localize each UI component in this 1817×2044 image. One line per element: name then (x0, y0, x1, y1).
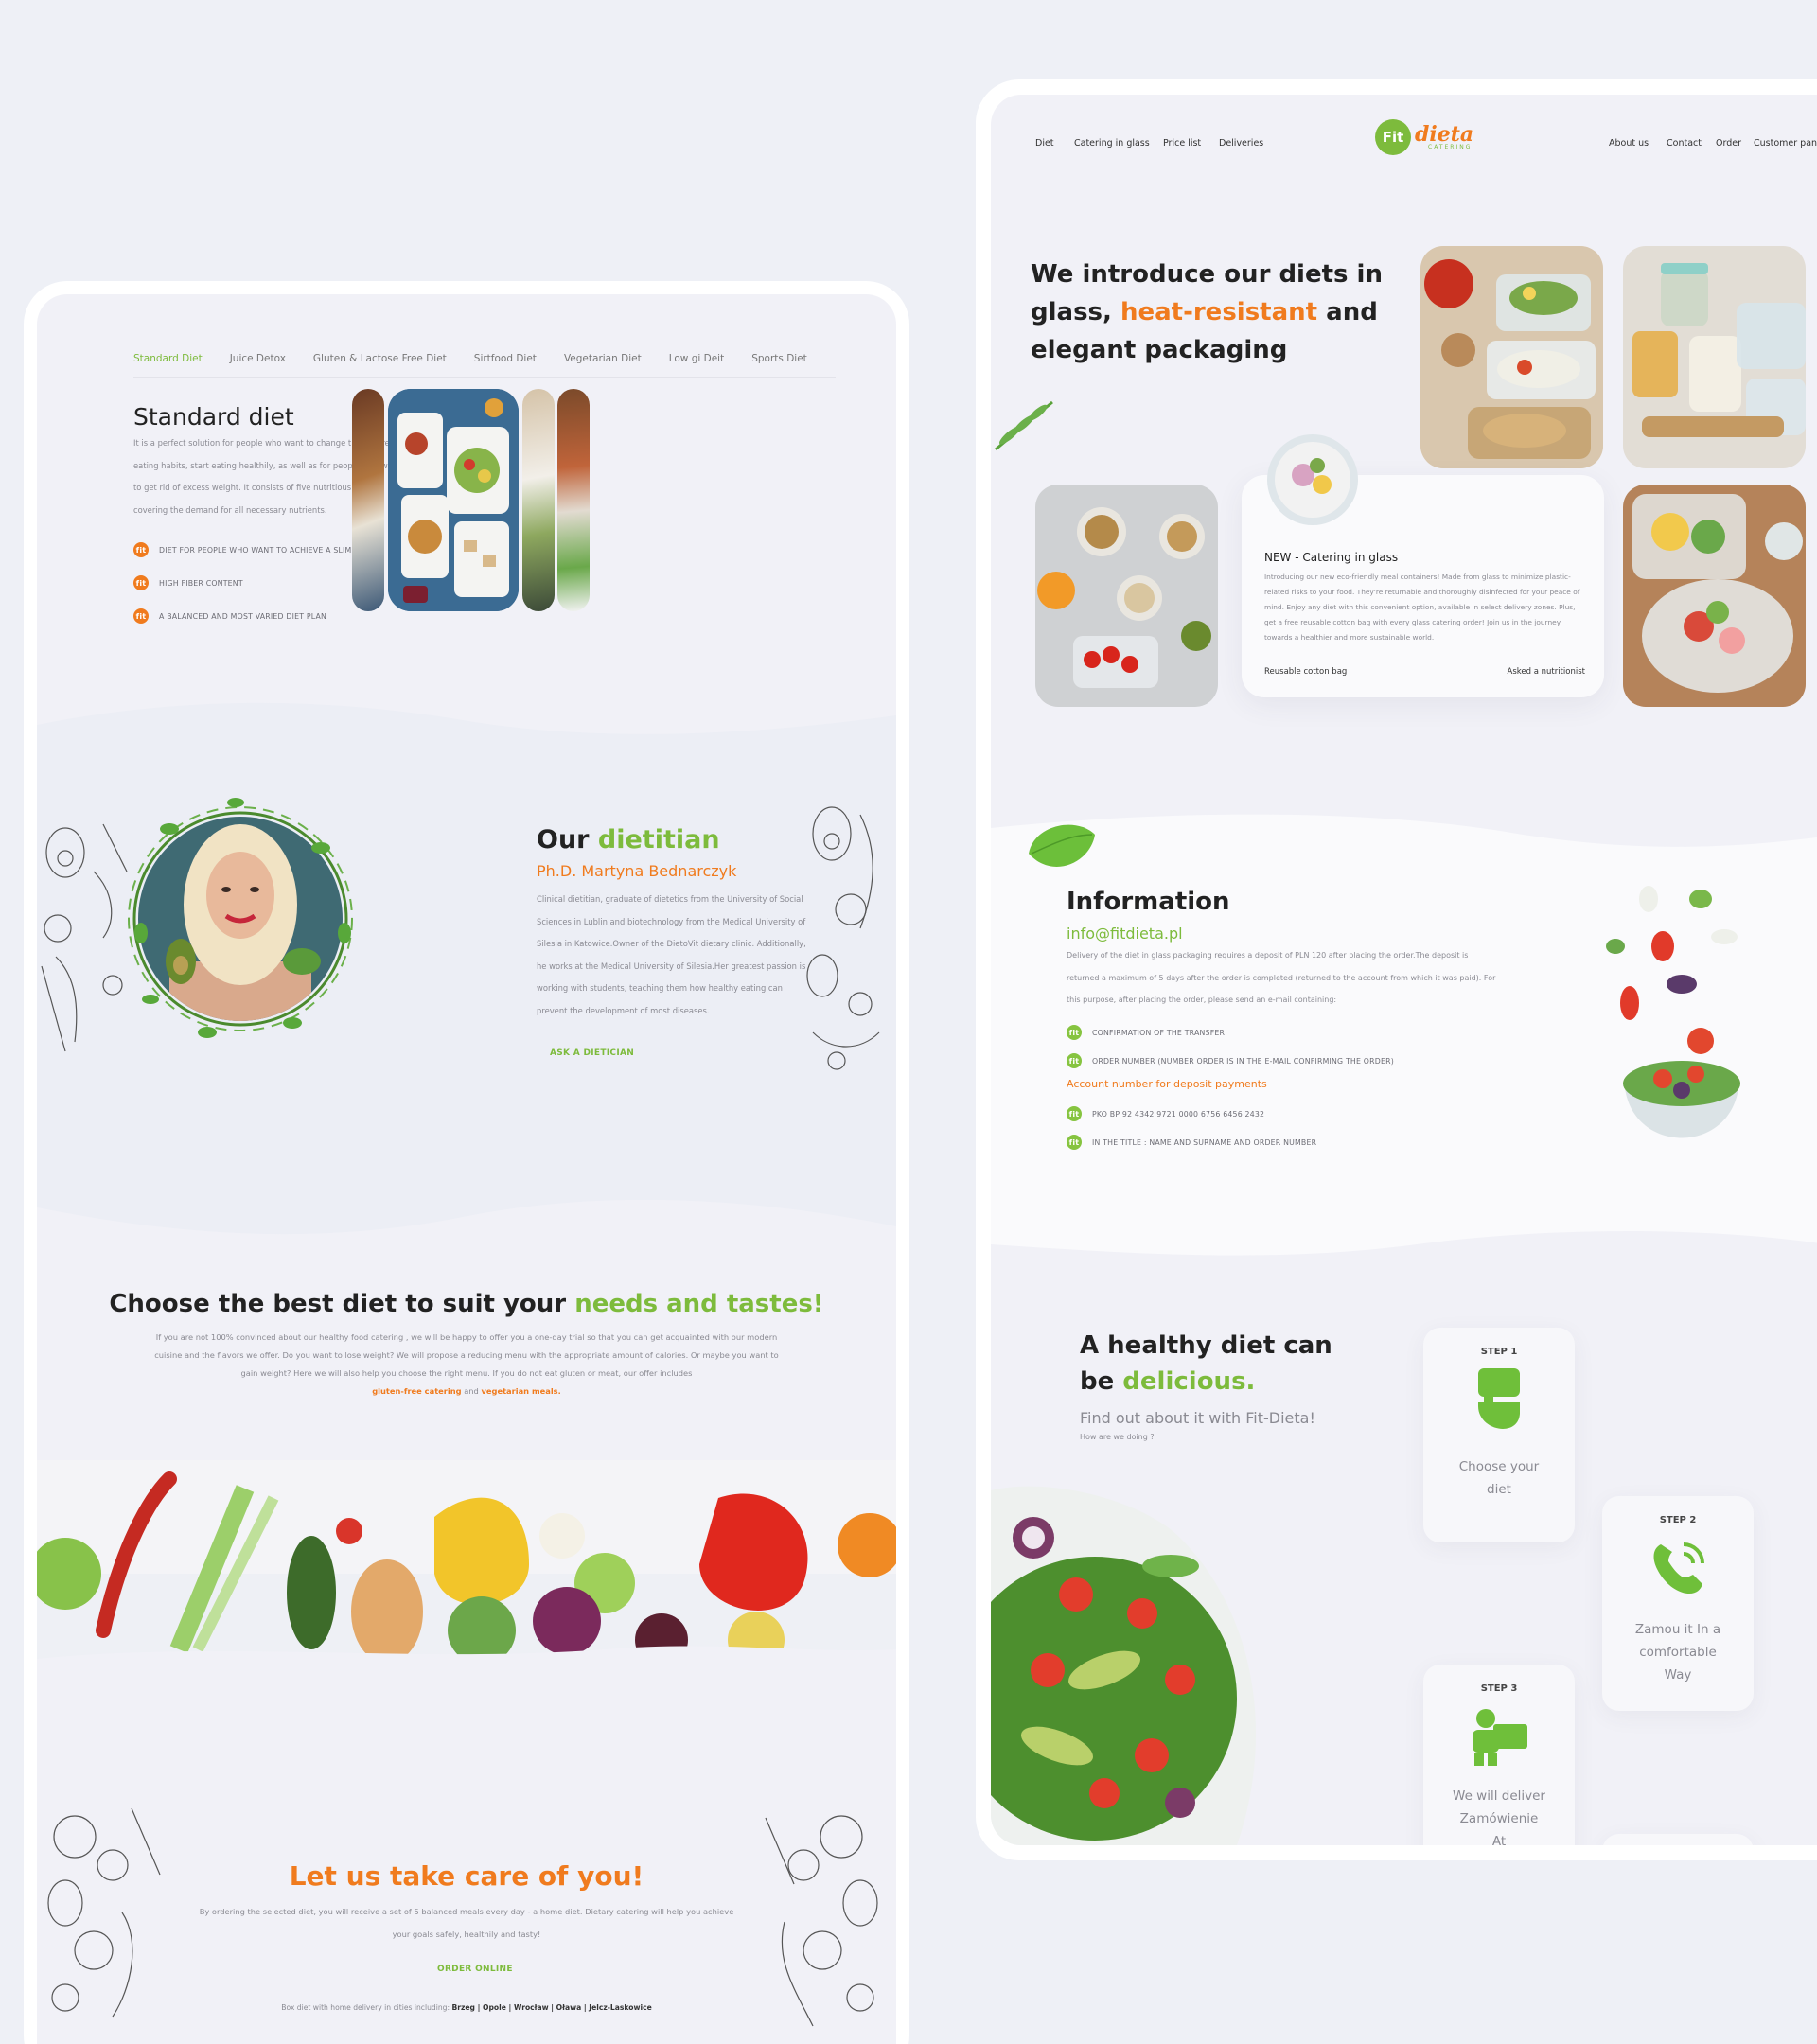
nutritionist-link[interactable]: Asked a nutritionist (1508, 667, 1585, 677)
step-2-card[interactable]: STEP 2 Zamou it In a comfortable Way (1602, 1496, 1754, 1711)
nav-catering-in-glass[interactable]: Catering in glass (1074, 138, 1150, 149)
fit-logo-icon: fit (133, 542, 149, 557)
account-item: fit PKO BP 92 4342 9721 0000 6756 6456 24… (1067, 1106, 1316, 1121)
account-item: fit IN THE TITLE : NAME AND SURNAME AND O… (1067, 1135, 1316, 1150)
delivery-cities: Box diet with home delivery in cities in… (281, 2003, 652, 2012)
ask-dietician-button[interactable]: ASK A DIETICIAN (538, 1048, 646, 1066)
reusable-bag-link[interactable]: Reusable cotton bag (1264, 667, 1347, 677)
order-online-button[interactable]: ORDER ONLINE (426, 1965, 524, 1982)
news-title: NEW - Catering in glass (1264, 551, 1399, 564)
info-item: fit ORDER NUMBER (NUMBER ORDER IS IN THE … (1067, 1053, 1394, 1068)
left-device-frame: Standard Diet Juice Detox Gluten & Lacto… (24, 281, 909, 2044)
care-title: Let us take care of you! (289, 1860, 644, 1892)
info-item: fit CONFIRMATION OF THE TRANSFER (1067, 1025, 1394, 1040)
account-label: Account number for deposit payments (1067, 1078, 1267, 1090)
news-card[interactable]: NEW - Catering in glass Introducing our … (1242, 434, 1604, 697)
nav-diet[interactable]: Diet (1035, 138, 1054, 149)
fit-logo-icon: fit (1067, 1135, 1082, 1150)
glass-salads-illustration (1623, 485, 1806, 707)
news-text: Introducing our new eco-friendly meal co… (1264, 573, 1580, 642)
standard-diet-title: Standard diet (133, 403, 294, 431)
bullet-item: fit A BALANCED AND MOST VARIED DIET PLAN (133, 608, 382, 624)
healthy-subtitle: Find out about it with Fit-Dieta! (1080, 1409, 1315, 1427)
herb-sprig-decoration (995, 400, 1053, 451)
tab-gluten-lactose-free[interactable]: Gluten & Lactose Free Diet (313, 353, 447, 377)
info-items: fit CONFIRMATION OF THE TRANSFER fit ORDER… (1067, 1025, 1394, 1068)
fit-logo-icon: fit (1067, 1025, 1082, 1040)
information-title: Information (1067, 888, 1230, 916)
glass-salads-photo (1623, 485, 1806, 707)
logo-subtitle: CATERING (1428, 144, 1473, 150)
vegetable-sketch-right (806, 806, 880, 1070)
falling-salad-illustration (1606, 886, 1740, 1138)
dietitian-portrait (128, 798, 353, 1038)
information-text: Delivery of the diet in glass packaging … (1067, 951, 1496, 1004)
nav-order[interactable]: Order (1716, 138, 1741, 149)
choose-diet-title: Choose the best diet to suit your needs … (109, 1290, 824, 1318)
vegetables-banner (37, 1460, 896, 1668)
phone-call-icon (1653, 1542, 1704, 1594)
food-photo-strip (352, 389, 384, 611)
ingredients-illustration (1035, 485, 1218, 707)
diet-tabs: Standard Diet Juice Detox Gluten & Lacto… (133, 353, 836, 378)
tab-sirtfood[interactable]: Sirtfood Diet (474, 353, 537, 377)
fitdieta-logo[interactable]: Fit dieta CATERING (1375, 119, 1473, 155)
salad-jar-photo (1267, 434, 1358, 525)
delivery-person-icon (1473, 1709, 1527, 1766)
how-are-we-doing-link[interactable]: How are we doing ? (1080, 1433, 1155, 1441)
step-1-card[interactable]: STEP 1 Choose your diet (1423, 1328, 1575, 1542)
bullet-item: fit DIET FOR PEOPLE WHO WANT TO ACHIEVE A… (133, 542, 382, 557)
vegetarian-link[interactable]: vegetarian meals. (481, 1386, 560, 1396)
food-photo-strip (557, 389, 590, 611)
basil-leaf-decoration (1029, 824, 1095, 867)
glass-containers-illustration (1420, 246, 1603, 468)
account-items: fit PKO BP 92 4342 9721 0000 6756 6456 24… (1067, 1106, 1316, 1150)
info-email-link[interactable]: info@fitdieta.pl (1067, 925, 1183, 943)
fit-logo-icon: fit (1067, 1053, 1082, 1068)
meal-boxes-illustration (388, 389, 519, 611)
nav-deliveries[interactable]: Deliveries (1219, 138, 1263, 149)
nav-contact[interactable]: Contact (1667, 138, 1702, 149)
glass-jars-illustration (1623, 246, 1806, 468)
fit-logo-icon: fit (133, 575, 149, 590)
right-device-frame: Diet Catering in glass Price list Delive… (976, 79, 1817, 1860)
step-3-card[interactable]: STEP 3 We will deliver Zamówienie At (1423, 1665, 1575, 1845)
step-4-card[interactable] (1602, 1834, 1754, 1845)
salad-plate-illustration (991, 1486, 1256, 1845)
dietitian-title: Our dietitian (537, 825, 720, 855)
care-text: By ordering the selected diet, you will … (199, 1907, 734, 1939)
food-box-photo (388, 389, 519, 611)
healthy-title: A healthy diet can be delicious. (1080, 1331, 1332, 1396)
dietitian-name: Ph.D. Martyna Bednarczyk (537, 862, 737, 880)
glass-meals-photo (1420, 246, 1603, 468)
tab-juice-detox[interactable]: Juice Detox (230, 353, 286, 377)
choose-diet-text: If you are not 100% convinced about our … (154, 1332, 779, 1396)
tab-sports[interactable]: Sports Diet (751, 353, 807, 377)
fit-logo-icon: Fit (1375, 119, 1411, 155)
tab-standard-diet[interactable]: Standard Diet (133, 353, 203, 377)
gluten-free-link[interactable]: gluten-free catering (372, 1386, 461, 1396)
glass-ingredients-photo (1035, 485, 1218, 707)
standard-bullets: fit DIET FOR PEOPLE WHO WANT TO ACHIEVE A… (133, 542, 382, 624)
dietitian-bio: Clinical dietitian, graduate of dietetic… (537, 894, 806, 1015)
right-page: Diet Catering in glass Price list Delive… (991, 95, 1817, 1845)
glass-jars-photo (1623, 246, 1806, 468)
nav-customer-panel[interactable]: Customer panel (1754, 138, 1817, 149)
nav-about-us[interactable]: About us (1609, 138, 1649, 149)
fit-logo-icon: fit (1067, 1106, 1082, 1121)
left-page: Standard Diet Juice Detox Gluten & Lacto… (37, 294, 896, 2044)
food-photo-strip (522, 389, 555, 611)
logo-wordmark: dieta (1415, 122, 1474, 147)
tab-low-gi[interactable]: Low gi Deit (669, 353, 725, 377)
hand-pointer-icon (1478, 1368, 1520, 1429)
fit-logo-icon: fit (133, 608, 149, 624)
intro-title: We introduce our diets in glass, heat-re… (1031, 260, 1383, 364)
tab-vegetarian[interactable]: Vegetarian Diet (564, 353, 642, 377)
nav-price-list[interactable]: Price list (1163, 138, 1201, 149)
bullet-item: fit HIGH FIBER CONTENT (133, 575, 382, 590)
